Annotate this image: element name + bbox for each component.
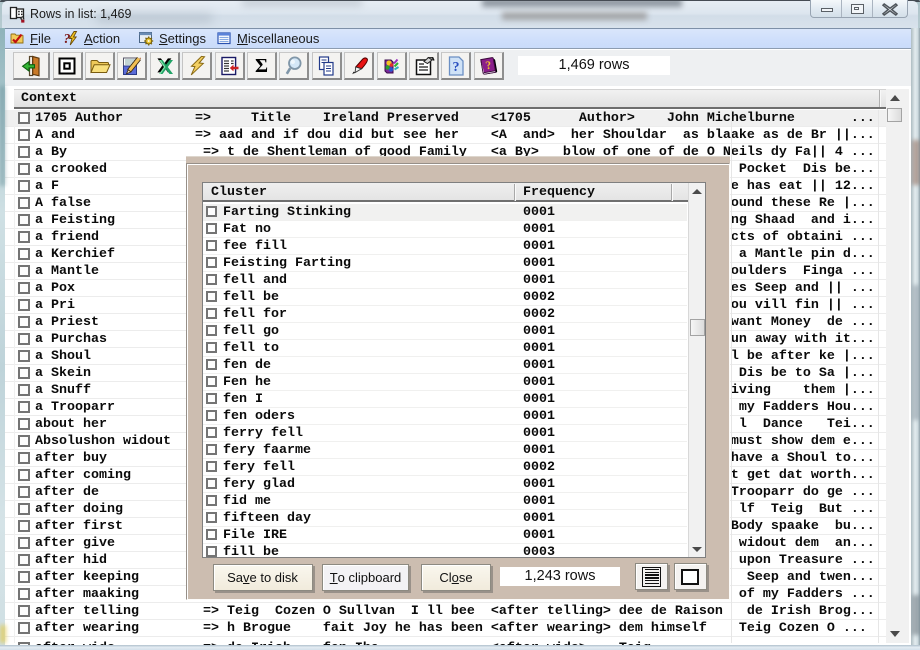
- svg-text:?: ?: [452, 60, 459, 75]
- svg-text:?: ?: [64, 32, 71, 46]
